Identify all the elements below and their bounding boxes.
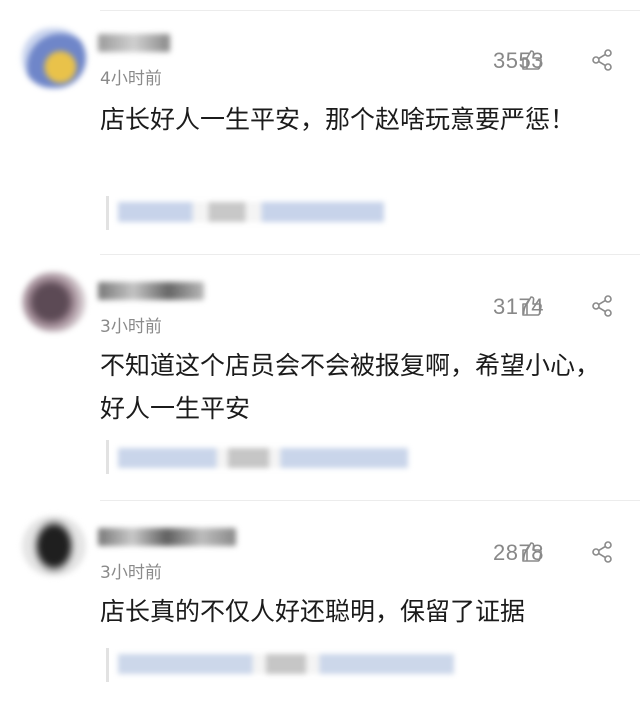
reply-preview-blurred[interactable]: [118, 448, 408, 468]
username-blurred[interactable]: [98, 528, 236, 546]
top-divider: [100, 10, 640, 11]
comment-divider: [100, 500, 640, 501]
share-icon[interactable]: [590, 294, 614, 318]
comment-time: 3小时前: [100, 317, 162, 337]
reply-quote-bar: [106, 196, 109, 230]
share-icon[interactable]: [590, 48, 614, 72]
comment-time: 3小时前: [100, 563, 162, 583]
username-blurred[interactable]: [98, 282, 204, 300]
reply-quote-bar: [106, 648, 109, 682]
thumbs-up-icon[interactable]: [520, 540, 544, 564]
thumbs-up-icon[interactable]: [520, 294, 544, 318]
avatar[interactable]: [22, 28, 86, 88]
username-blurred[interactable]: [98, 34, 170, 52]
share-icon[interactable]: [590, 540, 614, 564]
comment-time: 4小时前: [100, 69, 162, 89]
comment-text: 不知道这个店员会不会被报复啊，希望小心，好人一生平安: [100, 351, 601, 423]
reply-preview-blurred[interactable]: [118, 654, 454, 674]
avatar[interactable]: [22, 272, 86, 332]
comment-text: 店长好人一生平安，那个赵啥玩意要严惩！: [100, 105, 576, 134]
thumbs-up-icon[interactable]: [520, 48, 544, 72]
comment-divider: [100, 254, 640, 255]
reply-preview-blurred[interactable]: [118, 202, 384, 222]
reply-quote-bar: [106, 440, 109, 474]
comment-text: 店长真的不仅人好还聪明，保留了证据: [100, 597, 526, 626]
avatar[interactable]: [22, 516, 86, 576]
